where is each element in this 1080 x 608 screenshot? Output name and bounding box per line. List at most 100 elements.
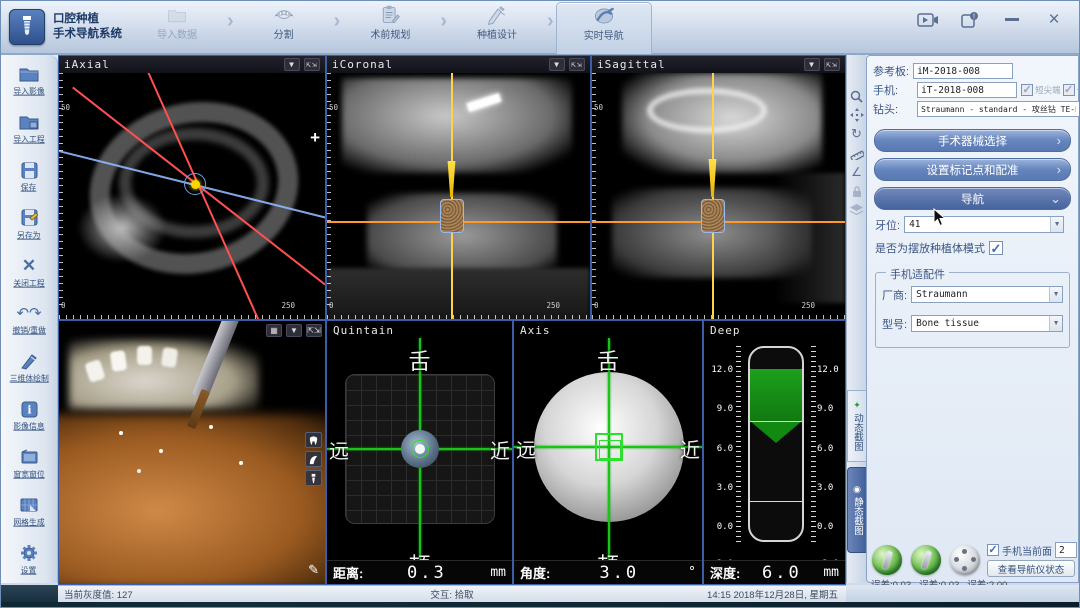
layout-grid-icon[interactable]: ▦ bbox=[266, 324, 282, 337]
show-implant-icon[interactable] bbox=[305, 470, 322, 486]
long-tip-checkbox[interactable]: ✓ bbox=[1063, 84, 1075, 96]
mouse-cursor bbox=[933, 208, 946, 227]
minimize-icon[interactable] bbox=[1001, 11, 1023, 29]
folder-project-icon bbox=[18, 112, 40, 132]
view-menu-icon[interactable]: ▼ bbox=[284, 58, 300, 71]
model-select[interactable]: Bone tissue ▼ bbox=[911, 315, 1063, 332]
sidebar-item-save[interactable]: 保存 bbox=[1, 153, 57, 201]
sidebar-item-mesh-generate[interactable]: 网格生成 bbox=[1, 487, 57, 535]
quintain-canvas[interactable]: 舌 远 近 颊 bbox=[327, 338, 512, 584]
folder-image-icon bbox=[18, 64, 40, 84]
pan-tool-icon[interactable] bbox=[849, 107, 865, 123]
vendor-label: 厂商: bbox=[882, 287, 907, 303]
distance-readout: 距离: 0.3 mm bbox=[327, 560, 512, 584]
export-report-icon[interactable]: ! bbox=[959, 11, 981, 29]
navigator-status-button[interactable]: 查看导航仪状态 bbox=[987, 560, 1075, 577]
sagittal-ruler-horizontal bbox=[592, 312, 845, 319]
drill-input[interactable] bbox=[917, 101, 1080, 117]
sidebar-item-close-project[interactable]: ✕ 关闭工程 bbox=[1, 248, 57, 296]
quintain-target-dot bbox=[415, 444, 425, 454]
zoom-plus-icon[interactable]: + bbox=[310, 128, 320, 148]
gear-icon bbox=[18, 543, 40, 563]
lock-tool-icon[interactable] bbox=[849, 183, 865, 199]
instrument-select-button[interactable]: 手术器械选择 › bbox=[874, 129, 1071, 152]
deep-title: Deep bbox=[710, 324, 741, 337]
sidebar-item-volume-render[interactable]: 三维体绘制 bbox=[1, 344, 57, 392]
step-import-data[interactable]: 导入数据 bbox=[129, 2, 225, 54]
status-bar: 当前灰度值: 127 交互: 拾取 14:15 2018年12月28日, 星期五 bbox=[58, 585, 846, 602]
placement-mode-checkbox[interactable]: ✓ bbox=[989, 241, 1003, 255]
chevron-right-icon: › bbox=[440, 10, 447, 33]
tooth-position-select[interactable]: 41 ▼ bbox=[904, 216, 1064, 233]
sidebar-item-import-image[interactable]: 导入影像 bbox=[1, 57, 57, 105]
handpiece-input[interactable] bbox=[917, 82, 1017, 98]
marker-registration-button[interactable]: 设置标记点和配准 › bbox=[874, 158, 1071, 181]
navigation-button[interactable]: 导航 ⌄ bbox=[874, 187, 1071, 210]
sagittal-view-header: iSagittal ▼ ⇱⇲ bbox=[592, 56, 845, 73]
vendor-select[interactable]: Straumann ▼ bbox=[911, 286, 1063, 303]
datetime-status: 14:15 2018年12月28日, 星期五 bbox=[707, 587, 838, 601]
window-bottom-frame bbox=[1, 602, 1079, 608]
tracking-status-icons bbox=[872, 545, 980, 575]
step-preop-planning[interactable]: 术前规划 bbox=[342, 2, 438, 54]
layers-tool-icon[interactable] bbox=[849, 202, 865, 218]
view-maximize-icon[interactable]: ⇱⇲ bbox=[569, 58, 585, 71]
current-face-checkbox[interactable]: ✓ bbox=[987, 544, 999, 556]
close-icon[interactable]: × bbox=[1043, 11, 1065, 29]
camera-green-icon: ✦ bbox=[853, 401, 861, 410]
long-tip-label: 长尖端 bbox=[1077, 84, 1080, 96]
show-arch-icon[interactable] bbox=[305, 451, 322, 467]
chevron-right-icon: › bbox=[334, 10, 341, 33]
sidebar-item-settings[interactable]: 设置 bbox=[1, 535, 57, 583]
sidebar-item-undo-redo[interactable]: ↶↷ 撤销/重做 bbox=[1, 296, 57, 344]
step-realtime-navigation[interactable]: 实时导航 bbox=[556, 2, 652, 54]
record-video-icon[interactable] bbox=[917, 11, 939, 29]
current-face-input[interactable] bbox=[1055, 542, 1077, 558]
handpiece-label: 手机: bbox=[873, 82, 898, 98]
quintain-title: Quintain bbox=[333, 324, 394, 337]
view-menu-icon[interactable]: ▼ bbox=[804, 58, 820, 71]
step-implant-design[interactable]: 种植设计 bbox=[449, 2, 545, 54]
coronal-view-title: iCoronal bbox=[332, 58, 393, 71]
short-tip-label: 短尖端 bbox=[1035, 84, 1061, 96]
tab-static-capture[interactable]: ◉ 静态截图 bbox=[847, 467, 867, 553]
axis-canvas[interactable]: 舌 远 近 颊 bbox=[514, 338, 702, 584]
volume-3d-viewport[interactable]: ▦ ▼ ⇱⇲ ✎ bbox=[59, 321, 325, 584]
short-tip-checkbox[interactable]: ✓ bbox=[1021, 84, 1033, 96]
workflow-steps: 导入数据 › 分割 › 术前规划 › 种植设计 bbox=[129, 2, 652, 54]
reference-plate-input[interactable] bbox=[913, 63, 1013, 79]
step-segmentation[interactable]: 分割 bbox=[236, 2, 332, 54]
axial-view: iAxial ▼ ⇱⇲ + 50 0 250 bbox=[58, 55, 326, 320]
navigation-icon bbox=[593, 6, 615, 26]
view-maximize-icon[interactable]: ⇱⇲ bbox=[824, 58, 840, 71]
tab-dynamic-capture[interactable]: ✦ 动态截图 bbox=[847, 390, 867, 462]
axial-ruler-horizontal bbox=[59, 312, 325, 319]
app-logo-icon bbox=[9, 9, 45, 45]
sidebar-item-save-as[interactable]: 另存为 bbox=[1, 200, 57, 248]
angle-tool-icon[interactable]: ∠ bbox=[849, 164, 865, 180]
sidebar-item-window-level[interactable]: 窗宽窗位 bbox=[1, 440, 57, 488]
view-maximize-icon[interactable]: ⇱⇲ bbox=[306, 324, 322, 337]
zoom-tool-icon[interactable] bbox=[849, 88, 865, 104]
handpiece-tracking-icon[interactable] bbox=[911, 545, 941, 575]
coronal-viewport[interactable]: 50 0 250 bbox=[327, 73, 590, 319]
draw-pencil-icon[interactable]: ✎ bbox=[308, 562, 319, 578]
sagittal-viewport[interactable]: 50 0 250 bbox=[592, 73, 845, 319]
axial-target-dot bbox=[191, 180, 200, 189]
sidebar-item-image-info[interactable]: i 影像信息 bbox=[1, 392, 57, 440]
reference-tracking-icon[interactable] bbox=[872, 545, 902, 575]
dropdown-arrow-icon: ▼ bbox=[1049, 316, 1062, 331]
show-tooth-icon[interactable] bbox=[305, 432, 322, 448]
navigator-pad-icon[interactable] bbox=[950, 545, 980, 575]
rotate-tool-icon[interactable]: ↻ bbox=[849, 126, 865, 142]
save-as-icon bbox=[18, 208, 40, 228]
coronal-view-header: iCoronal ▼ ⇱⇲ bbox=[327, 56, 590, 73]
ruler-tool-icon[interactable] bbox=[849, 145, 865, 161]
view-menu-icon[interactable]: ▼ bbox=[286, 324, 302, 337]
view-maximize-icon[interactable]: ⇱⇲ bbox=[304, 58, 320, 71]
info-icon: i bbox=[18, 399, 40, 419]
view-menu-icon[interactable]: ▼ bbox=[549, 58, 565, 71]
dropdown-arrow-icon: ▼ bbox=[1049, 287, 1062, 302]
sidebar-item-import-project[interactable]: 导入工程 bbox=[1, 105, 57, 153]
axial-viewport[interactable]: + 50 0 250 bbox=[59, 73, 325, 319]
